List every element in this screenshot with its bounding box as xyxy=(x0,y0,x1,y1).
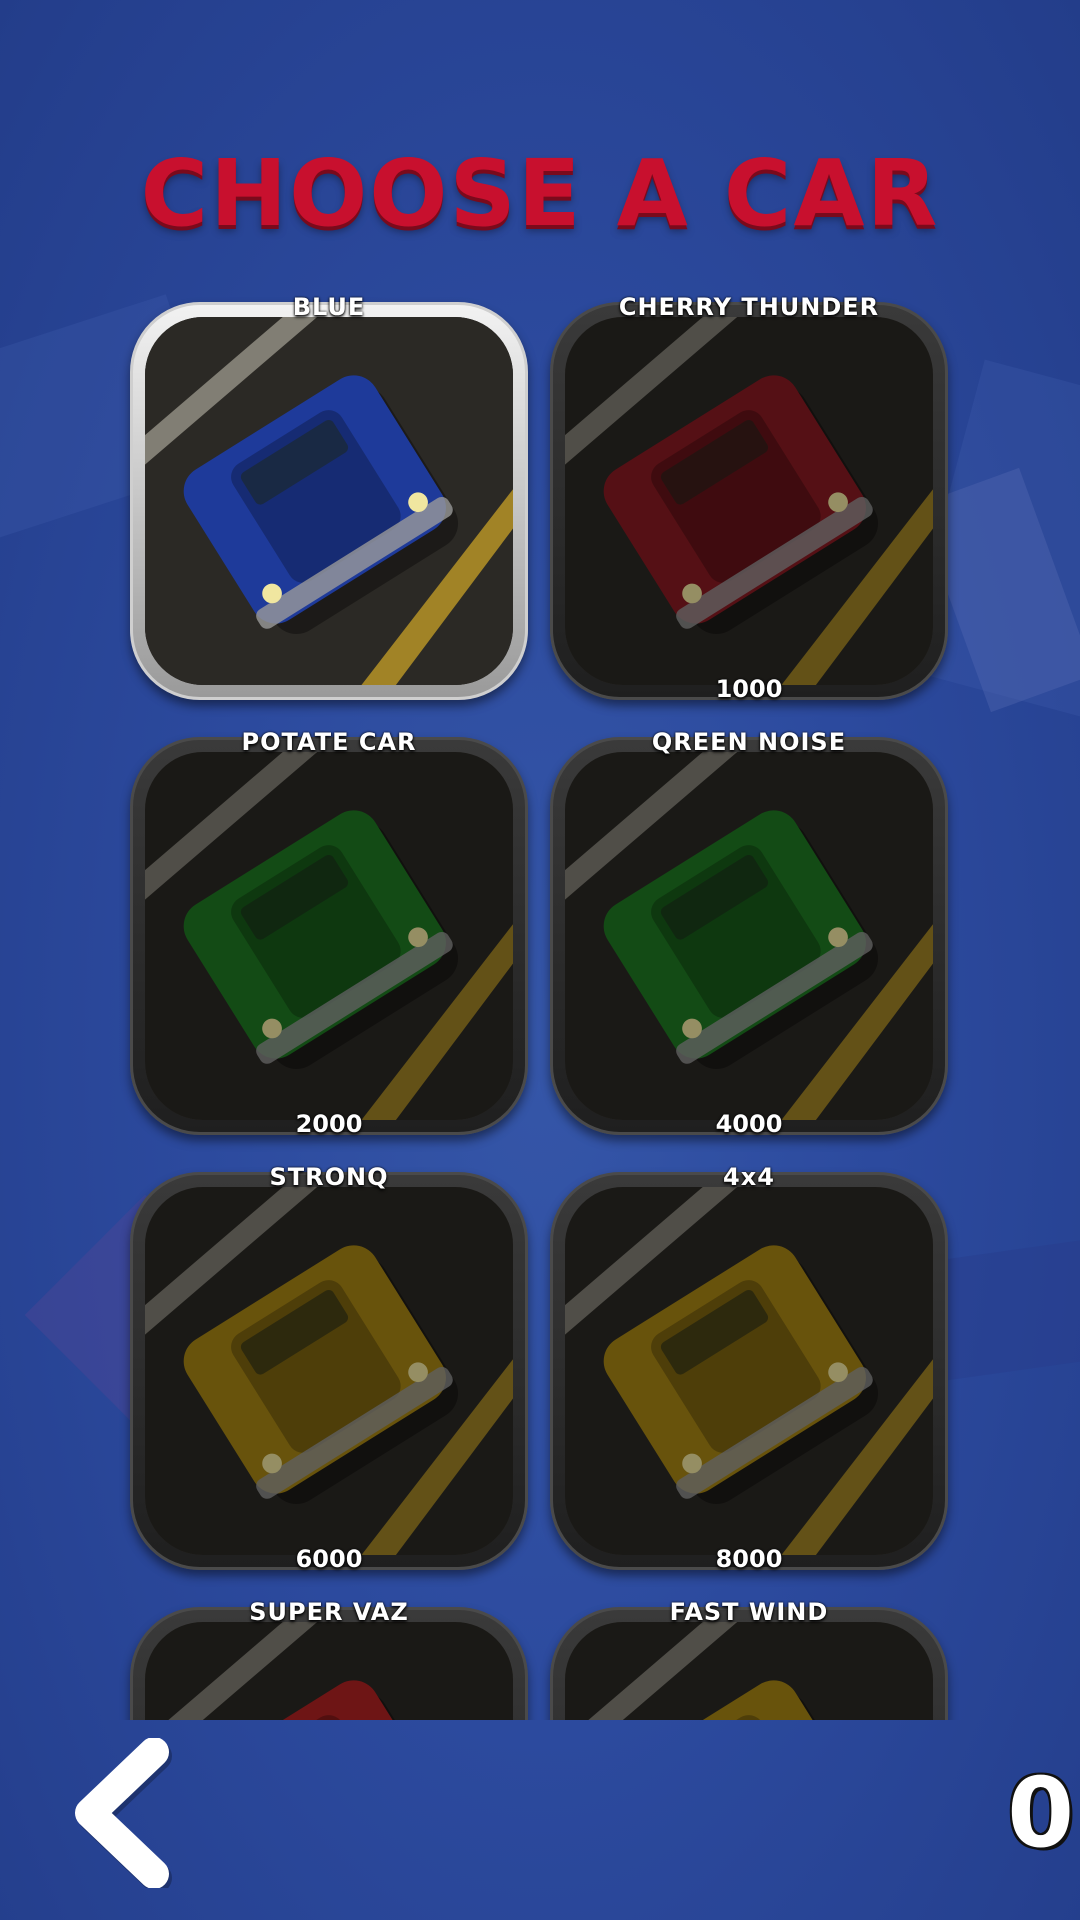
car-card[interactable]: QREEN NOISE 4000 xyxy=(550,728,948,1138)
locked-overlay xyxy=(145,1187,513,1555)
car-card[interactable]: SUPER VAZ xyxy=(130,1598,528,1720)
coin-counter: 0 xyxy=(1007,1757,1074,1869)
locked-overlay xyxy=(565,317,933,685)
car-name: CHERRY THUNDER xyxy=(618,293,880,321)
car-price: 2000 xyxy=(295,1110,363,1138)
car-card[interactable]: BLUE xyxy=(130,293,528,700)
page-title: CHOOSE A CAR xyxy=(140,140,940,247)
chevron-left-icon xyxy=(75,1737,172,1893)
car-name: BLUE xyxy=(292,293,366,321)
car-name: STRONQ xyxy=(269,1163,389,1191)
car-price: 1000 xyxy=(715,675,783,703)
car-name: POTATE CAR xyxy=(241,728,417,756)
car-card[interactable]: CHERRY THUNDER 1000 xyxy=(550,293,948,703)
car-name: QREEN NOISE xyxy=(651,728,847,756)
car-card[interactable]: STRONQ 6000 xyxy=(130,1163,528,1573)
car-card[interactable]: FAST WIND xyxy=(550,1598,948,1720)
locked-overlay xyxy=(145,752,513,1120)
car-name: 4x4 xyxy=(723,1163,775,1191)
car-preview xyxy=(565,1187,933,1555)
locked-overlay xyxy=(145,1622,513,1720)
car-name: SUPER VAZ xyxy=(249,1598,409,1626)
car-card[interactable]: 4x4 8000 xyxy=(550,1163,948,1573)
locked-overlay xyxy=(565,1187,933,1555)
car-preview xyxy=(145,1622,513,1720)
car-name: FAST WIND xyxy=(669,1598,829,1626)
car-grid: BLUE CHERRY THUNDER 1000 POTATE CAR 2000 QREE… xyxy=(0,290,1080,1720)
car-preview xyxy=(565,752,933,1120)
back-button[interactable] xyxy=(62,1737,182,1893)
car-card[interactable]: POTATE CAR 2000 xyxy=(130,728,528,1138)
car-preview xyxy=(145,1187,513,1555)
car-preview xyxy=(145,752,513,1120)
car-preview xyxy=(565,1622,933,1720)
car-price: 4000 xyxy=(715,1110,783,1138)
car-price: 6000 xyxy=(295,1545,363,1573)
car-preview xyxy=(565,317,933,685)
car-price: 8000 xyxy=(715,1545,783,1573)
locked-overlay xyxy=(565,1622,933,1720)
car-preview xyxy=(145,317,513,685)
locked-overlay xyxy=(565,752,933,1120)
